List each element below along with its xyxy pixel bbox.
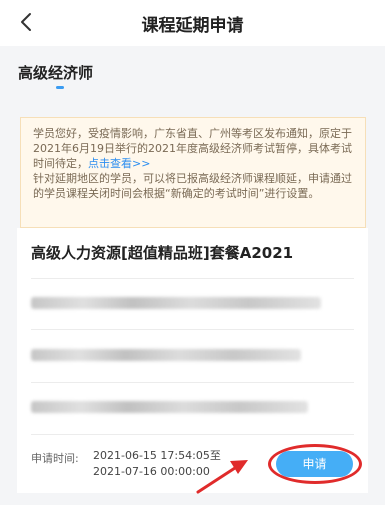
annotation-overlay bbox=[196, 460, 248, 494]
arrow-icon bbox=[196, 460, 248, 494]
